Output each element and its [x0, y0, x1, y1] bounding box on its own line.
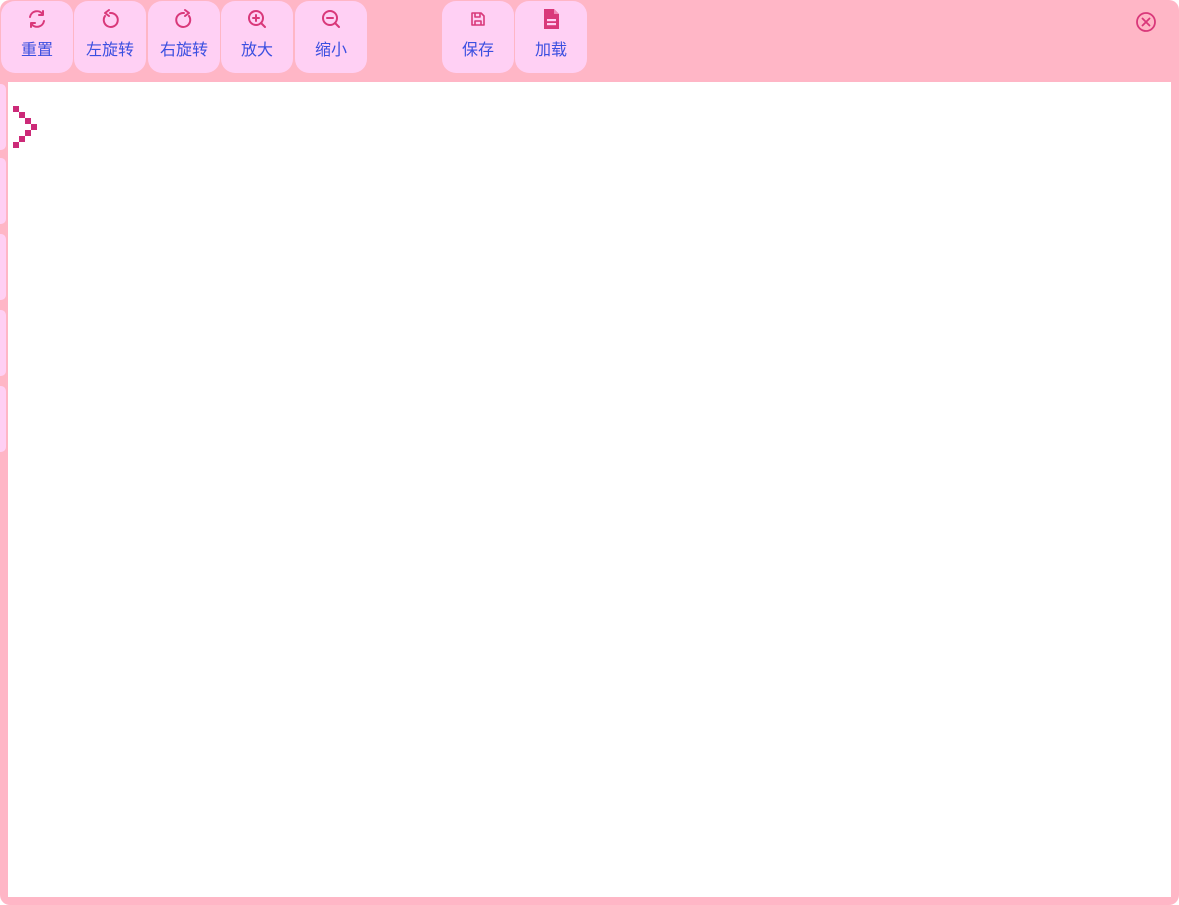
- zoom-in-button[interactable]: 放大: [221, 1, 293, 73]
- side-tab-5[interactable]: [0, 386, 6, 452]
- toolbar: 重置 左旋转 右旋转 放大 缩小 保存 加载: [0, 0, 1179, 80]
- rotate-left-button[interactable]: 左旋转: [74, 1, 146, 73]
- app-window-frame: 重置 左旋转 右旋转 放大 缩小 保存 加载: [0, 0, 1179, 905]
- zoom-out-button[interactable]: 缩小: [295, 1, 367, 73]
- refresh-icon: [26, 8, 48, 30]
- side-tab-2[interactable]: [0, 158, 6, 224]
- zoom-out-label: 缩小: [314, 40, 347, 59]
- reset-label: 重置: [20, 40, 53, 59]
- pixel-chevron-right-icon: [13, 106, 41, 152]
- rotate-left-label: 左旋转: [85, 40, 134, 59]
- rotate-right-label: 右旋转: [159, 40, 208, 59]
- reset-button[interactable]: 重置: [1, 1, 73, 73]
- save-label: 保存: [461, 40, 494, 59]
- rotate-right-icon: [173, 8, 195, 30]
- side-tab-3[interactable]: [0, 234, 6, 300]
- floppy-disk-icon: [467, 8, 489, 30]
- drawing-canvas[interactable]: [8, 82, 1171, 897]
- side-tab-4[interactable]: [0, 310, 6, 376]
- document-icon: [540, 8, 562, 30]
- close-button[interactable]: [1134, 12, 1158, 36]
- rotate-right-button[interactable]: 右旋转: [148, 1, 220, 73]
- rotate-left-icon: [99, 8, 121, 30]
- zoom-in-icon: [246, 8, 268, 30]
- load-label: 加载: [534, 40, 567, 59]
- zoom-out-icon: [320, 8, 342, 30]
- save-button[interactable]: 保存: [442, 1, 514, 73]
- side-tab-1[interactable]: [0, 84, 6, 150]
- close-circle-icon: [1134, 10, 1158, 38]
- load-button[interactable]: 加载: [515, 1, 587, 73]
- zoom-in-label: 放大: [240, 40, 273, 59]
